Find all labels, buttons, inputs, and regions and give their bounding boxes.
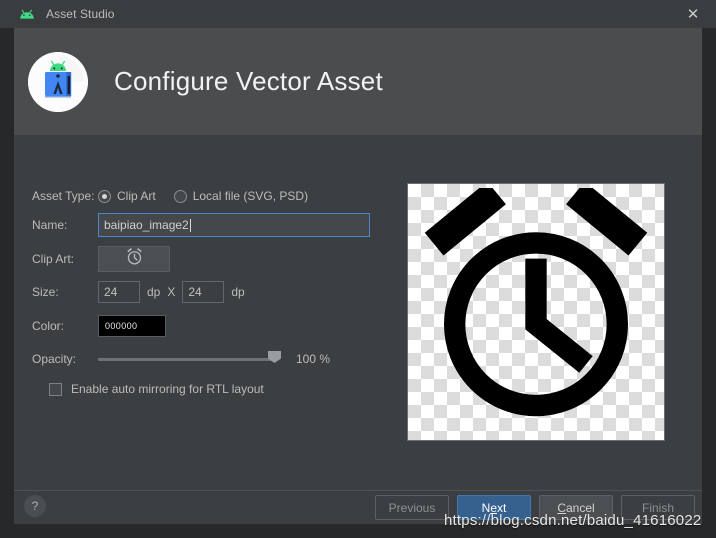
name-input[interactable]: baipiao_image2 (98, 213, 370, 237)
rtl-mirror-label[interactable]: Enable auto mirroring for RTL layout (71, 382, 264, 396)
size-height-unit: dp (231, 285, 245, 299)
radio-clip-art[interactable] (98, 189, 111, 203)
row-rtl-mirror: Enable auto mirroring for RTL layout (32, 379, 392, 399)
size-label: Size: (32, 285, 59, 299)
asset-preview (407, 180, 665, 441)
window-title: Asset Studio (46, 7, 115, 21)
previous-button[interactable]: Previous (375, 495, 449, 520)
opacity-value: 100 % (296, 352, 331, 366)
radio-local-file[interactable] (173, 189, 187, 203)
watermark-text: https://blog.csdn.net/baidu_41616022 (444, 512, 702, 529)
size-width-unit: dp (147, 285, 161, 299)
opacity-slider[interactable] (98, 349, 281, 369)
clip-art-picker-button[interactable] (98, 246, 170, 272)
rtl-mirror-checkbox[interactable] (49, 382, 62, 396)
vector-asset-form: Asset Type: Clip Art Local file (SVG, PS… (32, 185, 392, 399)
opacity-label: Opacity: (32, 352, 77, 366)
size-separator: X (167, 285, 176, 299)
row-opacity: Opacity: 100 % (32, 348, 392, 370)
android-head-icon (18, 6, 36, 22)
color-hex-value: 000000 (105, 321, 138, 331)
name-input-value: baipiao_image2 (104, 218, 189, 232)
opacity-slider-thumb[interactable] (268, 351, 281, 363)
row-asset-type: Asset Type: Clip Art Local file (SVG, PS… (32, 185, 392, 207)
dialog-body: Configure Vector Asset Asset Type: Clip … (14, 28, 702, 524)
size-width-input[interactable]: 24 (98, 281, 140, 303)
window-titlebar: Asset Studio ✕ (0, 0, 716, 28)
radio-local-file-label[interactable]: Local file (SVG, PSD) (193, 189, 308, 203)
asset-type-label: Asset Type: (32, 189, 95, 203)
size-height-input[interactable]: 24 (182, 281, 225, 303)
android-studio-asset-icon (28, 51, 88, 112)
row-name: Name: baipiao_image2 (32, 213, 392, 237)
row-color: Color: 000000 (32, 313, 392, 339)
clip-art-label: Clip Art: (32, 252, 75, 266)
name-label: Name: (32, 218, 68, 232)
close-icon[interactable]: ✕ (670, 0, 716, 28)
page-title: Configure Vector Asset (114, 66, 383, 96)
opacity-slider-track (98, 357, 278, 361)
help-button[interactable]: ? (24, 495, 46, 517)
alarm-clock-icon (125, 247, 144, 271)
dialog-header: Configure Vector Asset (14, 28, 702, 135)
row-size: Size: 24 dp X 24 dp (32, 281, 392, 303)
text-caret (189, 218, 191, 232)
row-clip-art: Clip Art: (32, 245, 392, 273)
color-label: Color: (32, 319, 65, 333)
asset-type-radio-group: Clip Art Local file (SVG, PSD) (98, 189, 326, 203)
dialog-content: Asset Type: Clip Art Local file (SVG, PS… (14, 135, 702, 490)
alarm-clock-icon (414, 180, 658, 437)
asset-studio-window: Asset Studio ✕ Configure Vector Asset As… (0, 0, 716, 538)
color-swatch-button[interactable]: 000000 (98, 315, 166, 337)
radio-clip-art-label[interactable]: Clip Art (117, 189, 156, 203)
